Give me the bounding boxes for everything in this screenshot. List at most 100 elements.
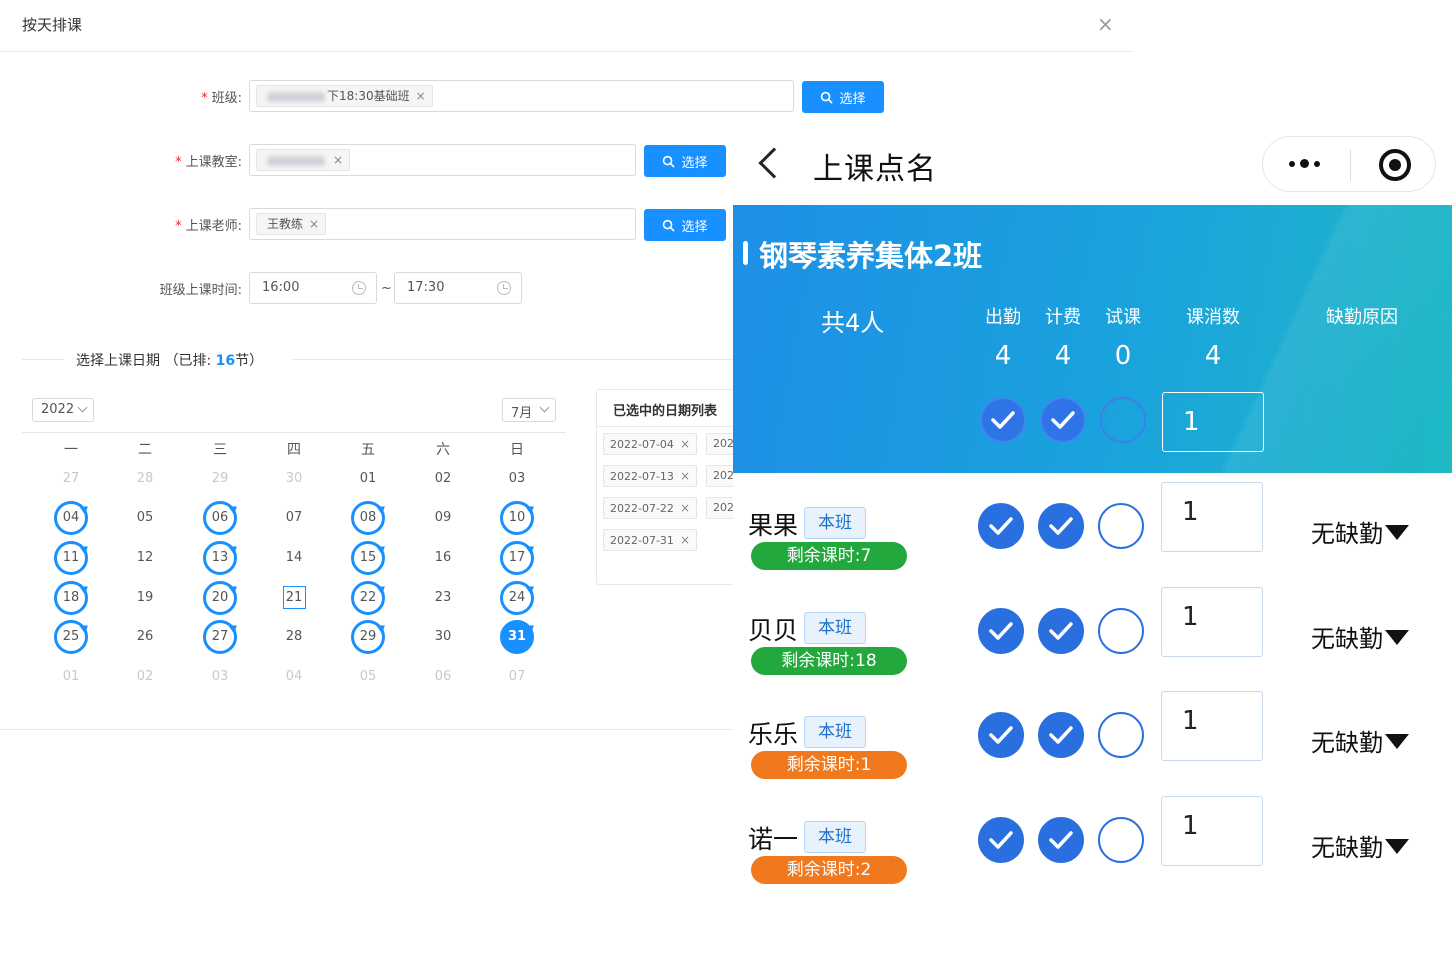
lesson-count-input[interactable]: 1 xyxy=(1161,586,1263,657)
calendar-day[interactable]: 01 xyxy=(51,662,91,692)
absence-reason-select[interactable]: 无缺勤 xyxy=(1311,514,1409,549)
billing-checkbox[interactable] xyxy=(1038,712,1084,758)
calendar-day[interactable]: 03 xyxy=(497,464,537,494)
calendar-day[interactable]: 05 xyxy=(125,503,165,533)
attendance-checkbox[interactable] xyxy=(978,712,1024,758)
calendar-day[interactable]: 05 xyxy=(348,662,388,692)
calendar-day[interactable]: 12 xyxy=(125,543,165,573)
class-badge: 本班 xyxy=(804,611,866,644)
calendar-day[interactable]: 29 xyxy=(348,620,388,654)
remove-tag-icon[interactable]: × xyxy=(680,501,690,515)
panel-divider xyxy=(597,426,735,427)
calendar-day[interactable]: 07 xyxy=(274,503,314,533)
select-teacher-button[interactable]: 选择 xyxy=(644,209,726,241)
remove-tag-icon[interactable]: × xyxy=(680,437,690,451)
calendar-day[interactable]: 02 xyxy=(423,464,463,494)
calendar-day[interactable]: 30 xyxy=(423,622,463,652)
chevron-down-icon xyxy=(77,402,88,413)
absence-reason-select[interactable]: 无缺勤 xyxy=(1311,828,1409,863)
attendance-checkbox[interactable] xyxy=(978,816,1024,863)
calendar-day[interactable]: 13 xyxy=(200,541,240,575)
calendar-day[interactable]: 14 xyxy=(274,543,314,573)
trial-checkbox[interactable] xyxy=(1098,503,1144,549)
calendar-day[interactable]: 21 xyxy=(274,583,314,613)
calendar-day[interactable]: 06 xyxy=(423,662,463,692)
calendar-day[interactable]: 03 xyxy=(200,662,240,692)
lesson-count-input[interactable]: 1 xyxy=(1161,795,1263,866)
remove-tag-icon[interactable]: × xyxy=(333,153,343,167)
calendar-day[interactable]: 17 xyxy=(497,541,537,575)
calendar-day[interactable]: 20 xyxy=(200,581,240,615)
billing-checkbox[interactable] xyxy=(1038,816,1084,863)
calendar-day[interactable]: 27 xyxy=(200,620,240,654)
clock-icon xyxy=(497,281,511,295)
close-icon[interactable]: × xyxy=(1097,12,1114,36)
date-tag: 2022-07-22 × xyxy=(603,497,697,519)
calendar-day[interactable]: 31 xyxy=(497,620,537,654)
calendar-day[interactable]: 04 xyxy=(274,662,314,692)
calendar-day-label: 27 xyxy=(62,471,80,486)
close-target-icon[interactable] xyxy=(1379,149,1411,181)
calendar-day[interactable]: 11 xyxy=(51,541,91,575)
calendar-day[interactable]: 08 xyxy=(348,501,388,535)
calendar-day[interactable]: 23 xyxy=(423,583,463,613)
end-time-input[interactable]: 17:30 xyxy=(394,272,522,304)
start-time-input[interactable]: 16:00 xyxy=(249,272,377,304)
remove-tag-icon[interactable]: × xyxy=(309,217,319,231)
calendar-day-label: 02 xyxy=(136,669,154,684)
calendar-day[interactable]: 27 xyxy=(51,464,91,494)
calendar-day-label: 24 xyxy=(508,590,526,605)
select-classroom-button[interactable]: 选择 xyxy=(644,145,726,177)
calendar-day[interactable]: 06 xyxy=(200,501,240,535)
trial-checkbox[interactable] xyxy=(1098,712,1144,758)
back-icon[interactable] xyxy=(758,147,790,179)
select-all-billing-checkbox[interactable] xyxy=(1040,397,1086,443)
calendar-day[interactable]: 28 xyxy=(125,464,165,494)
more-icon[interactable] xyxy=(1289,159,1320,168)
calendar-day[interactable]: 16 xyxy=(423,543,463,573)
calendar-day[interactable]: 30 xyxy=(274,464,314,494)
absence-reason-select[interactable]: 无缺勤 xyxy=(1311,619,1409,654)
calendar-day-label: 31 xyxy=(507,629,527,644)
batch-lesson-count-input[interactable]: 1 xyxy=(1162,392,1264,452)
calendar-day[interactable]: 15 xyxy=(348,541,388,575)
year-select[interactable]: 2022 xyxy=(32,398,94,422)
calendar-day[interactable]: 01 xyxy=(348,464,388,494)
calendar-day[interactable]: 02 xyxy=(125,662,165,692)
calendar-day[interactable]: 07 xyxy=(497,662,537,692)
select-class-button[interactable]: 选择 xyxy=(802,81,884,113)
student-name: 果果 xyxy=(748,511,799,540)
billing-checkbox[interactable] xyxy=(1038,607,1084,654)
calendar-day[interactable]: 18 xyxy=(51,581,91,615)
calendar-day[interactable]: 10 xyxy=(497,501,537,535)
select-all-trial-checkbox[interactable] xyxy=(1100,397,1146,443)
calendar-day[interactable]: 28 xyxy=(274,622,314,652)
calendar-day[interactable]: 25 xyxy=(51,620,91,654)
attendance-checkbox[interactable] xyxy=(978,503,1024,549)
teacher-input[interactable]: 王教练 × xyxy=(249,208,636,240)
select-all-attendance-checkbox[interactable] xyxy=(980,397,1026,443)
calendar-day[interactable]: 29 xyxy=(200,464,240,494)
calendar-day[interactable]: 09 xyxy=(423,503,463,533)
class-input[interactable]: 下18:30基础班 × xyxy=(249,80,794,112)
calendar-day[interactable]: 24 xyxy=(497,581,537,615)
absence-reason-select[interactable]: 无缺勤 xyxy=(1311,723,1409,758)
remove-tag-icon[interactable]: × xyxy=(680,533,690,547)
calendar-day-label: 07 xyxy=(508,669,526,684)
classroom-input[interactable]: × xyxy=(249,144,636,176)
billing-checkbox[interactable] xyxy=(1038,503,1084,549)
lesson-count-input[interactable]: 1 xyxy=(1161,691,1263,761)
remove-tag-icon[interactable]: × xyxy=(416,89,426,103)
class-label: * 班级: xyxy=(201,91,242,106)
calendar-day[interactable]: 26 xyxy=(125,622,165,652)
calendar-day[interactable]: 04 xyxy=(51,501,91,535)
calendar-day[interactable]: 19 xyxy=(125,583,165,613)
trial-checkbox[interactable] xyxy=(1098,607,1144,654)
attendance-checkbox[interactable] xyxy=(978,607,1024,654)
month-select[interactable]: 7月 xyxy=(502,398,556,422)
remove-tag-icon[interactable]: × xyxy=(680,469,690,483)
lesson-count-input[interactable]: 1 xyxy=(1161,482,1263,552)
calendar-day[interactable]: 22 xyxy=(348,581,388,615)
trial-checkbox[interactable] xyxy=(1098,816,1144,863)
calendar-day-label: 16 xyxy=(434,550,452,565)
